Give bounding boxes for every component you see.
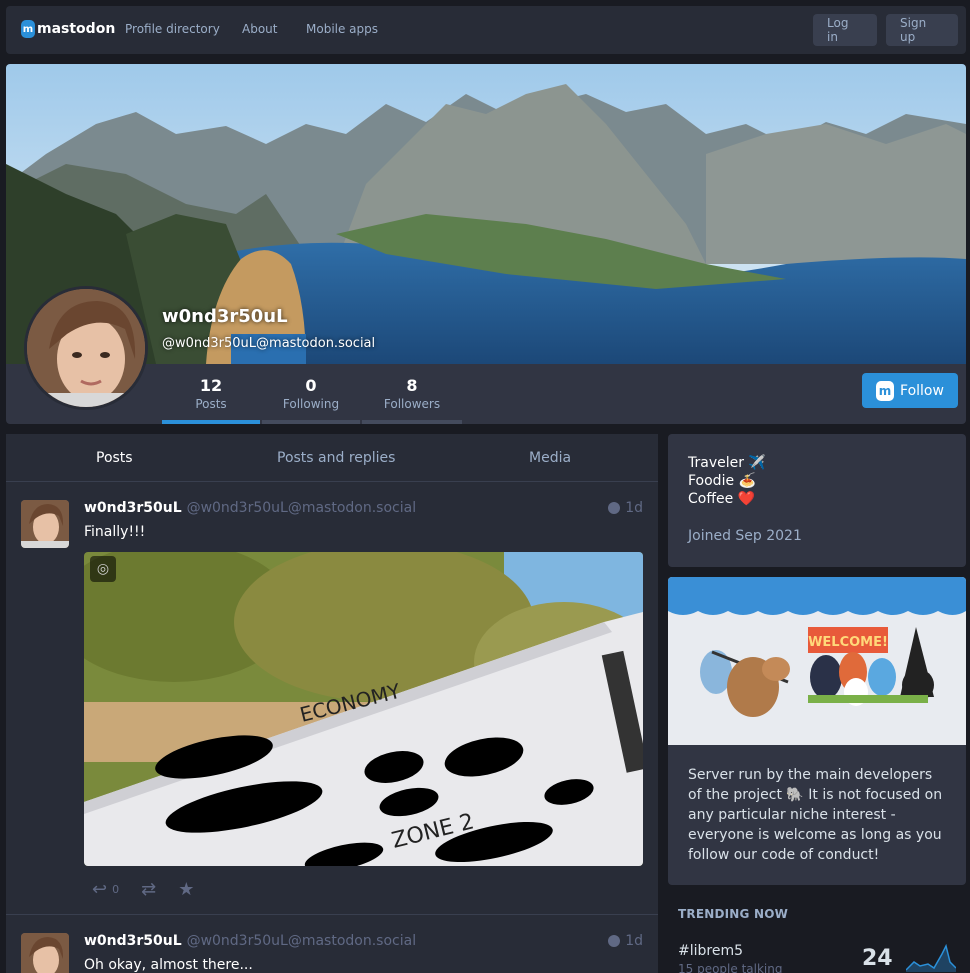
counter-posts[interactable]: 12 Posts (162, 364, 260, 424)
timeline-tabs: Posts Posts and replies Media (6, 434, 658, 482)
mastodon-follow-icon: m (876, 380, 895, 401)
globe-icon (608, 502, 621, 514)
follow-button[interactable]: m Follow (862, 373, 958, 408)
bio-line-foodie: Foodie 🍝 (688, 473, 756, 489)
profile-avatar[interactable] (24, 286, 148, 410)
trending-people-talking: 15 people talking (678, 962, 783, 973)
status-timestamp[interactable]: 1d (608, 500, 643, 516)
status-time: 1d (625, 500, 643, 516)
boost-button[interactable]: ⇄ (141, 879, 156, 900)
status-content: Finally!!! (84, 524, 146, 540)
trending-sparkline (906, 944, 956, 972)
welcome-banner-text: WELCOME! (808, 635, 888, 650)
status-media-image[interactable]: ECONOMY ZONE 2 ◎ (84, 552, 643, 866)
server-description: Server run by the main developers of the… (688, 767, 943, 863)
counter-followers[interactable]: 8 Followers (362, 364, 462, 424)
account-timeline: Posts Posts and replies Media w0nd3r50uL… (6, 434, 658, 973)
counter-following-underline (262, 420, 360, 424)
nav-link-profile-directory[interactable]: Profile directory (125, 22, 220, 36)
status-acct: @w0nd3r50uL@mastodon.social (186, 500, 417, 516)
counter-followers-label: Followers (383, 397, 441, 411)
trending-title: TRENDING NOW (678, 907, 789, 921)
bio-line-traveler: Traveler ✈️ (688, 455, 766, 471)
profile-handle: @w0nd3r50uL@mastodon.social (162, 336, 376, 351)
status-item[interactable]: w0nd3r50uL @w0nd3r50uL@mastodon.social 1… (6, 916, 658, 973)
bio-line-coffee: Coffee ❤️ (688, 491, 756, 507)
server-hero-image: WELCOME! (668, 577, 966, 745)
trending-count: 24 (862, 946, 893, 971)
star-icon: ★ (178, 879, 195, 900)
status-display-name: w0nd3r50uL (84, 933, 182, 949)
counter-following-value: 0 (305, 376, 317, 395)
joined-date: Joined Sep 2021 (688, 528, 802, 544)
status-timestamp[interactable]: 1d (608, 933, 643, 949)
reply-count: 0 (112, 883, 120, 896)
mastodon-logo-icon: m (21, 20, 35, 38)
counter-following[interactable]: 0 Following (262, 364, 360, 424)
counter-followers-value: 8 (406, 376, 418, 395)
boost-icon: ⇄ (141, 879, 157, 900)
status-content: Oh okay, almost there... (84, 957, 253, 973)
profile-display-name: w0nd3r50uL (162, 306, 288, 327)
nav-link-about[interactable]: About (242, 22, 277, 36)
nav-link-mobile-apps[interactable]: Mobile apps (306, 22, 378, 36)
counter-followers-underline (362, 420, 462, 424)
status-display-name: w0nd3r50uL (84, 500, 182, 516)
counter-posts-label: Posts (195, 397, 227, 411)
profile-bar (6, 364, 966, 424)
tab-media[interactable]: Media (529, 450, 571, 466)
counter-following-label: Following (282, 397, 340, 411)
status-item[interactable]: w0nd3r50uL @w0nd3r50uL@mastodon.social 1… (6, 483, 658, 915)
counter-posts-value: 12 (199, 376, 223, 395)
login-button[interactable]: Log in (813, 14, 877, 46)
mastodon-logo[interactable]: m mastodon (21, 20, 115, 38)
tab-posts-and-replies[interactable]: Posts and replies (277, 450, 395, 466)
reply-icon: ↩ (92, 879, 108, 900)
status-time: 1d (625, 933, 643, 949)
globe-icon (608, 935, 621, 947)
status-author[interactable]: w0nd3r50uL @w0nd3r50uL@mastodon.social (84, 500, 416, 516)
status-acct: @w0nd3r50uL@mastodon.social (186, 933, 417, 949)
status-author[interactable]: w0nd3r50uL @w0nd3r50uL@mastodon.social (84, 933, 416, 949)
top-navigation-bar: m mastodon Profile directory About Mobil… (6, 6, 966, 54)
counter-posts-underline (162, 420, 260, 424)
follow-button-label: Follow (900, 382, 944, 399)
logo-text: mastodon (37, 21, 116, 37)
tab-posts[interactable]: Posts (96, 450, 133, 466)
server-info-card: WELCOME! Server run by the main develope… (668, 577, 966, 885)
status-avatar[interactable] (21, 500, 69, 548)
status-avatar[interactable] (21, 933, 69, 973)
favourite-button[interactable]: ★ (178, 879, 194, 900)
status-actions: ↩ 0 ⇄ ★ (92, 879, 194, 900)
reply-button[interactable]: ↩ 0 (92, 879, 119, 900)
hide-media-eye-icon[interactable]: ◎ (90, 556, 116, 582)
profile-header-image (6, 64, 966, 364)
signup-button[interactable]: Sign up (886, 14, 958, 46)
profile-bio-card: Traveler ✈️ Foodie 🍝 Coffee ❤️ Joined Se… (668, 434, 966, 567)
trending-hashtag[interactable]: #librem5 (678, 943, 743, 959)
